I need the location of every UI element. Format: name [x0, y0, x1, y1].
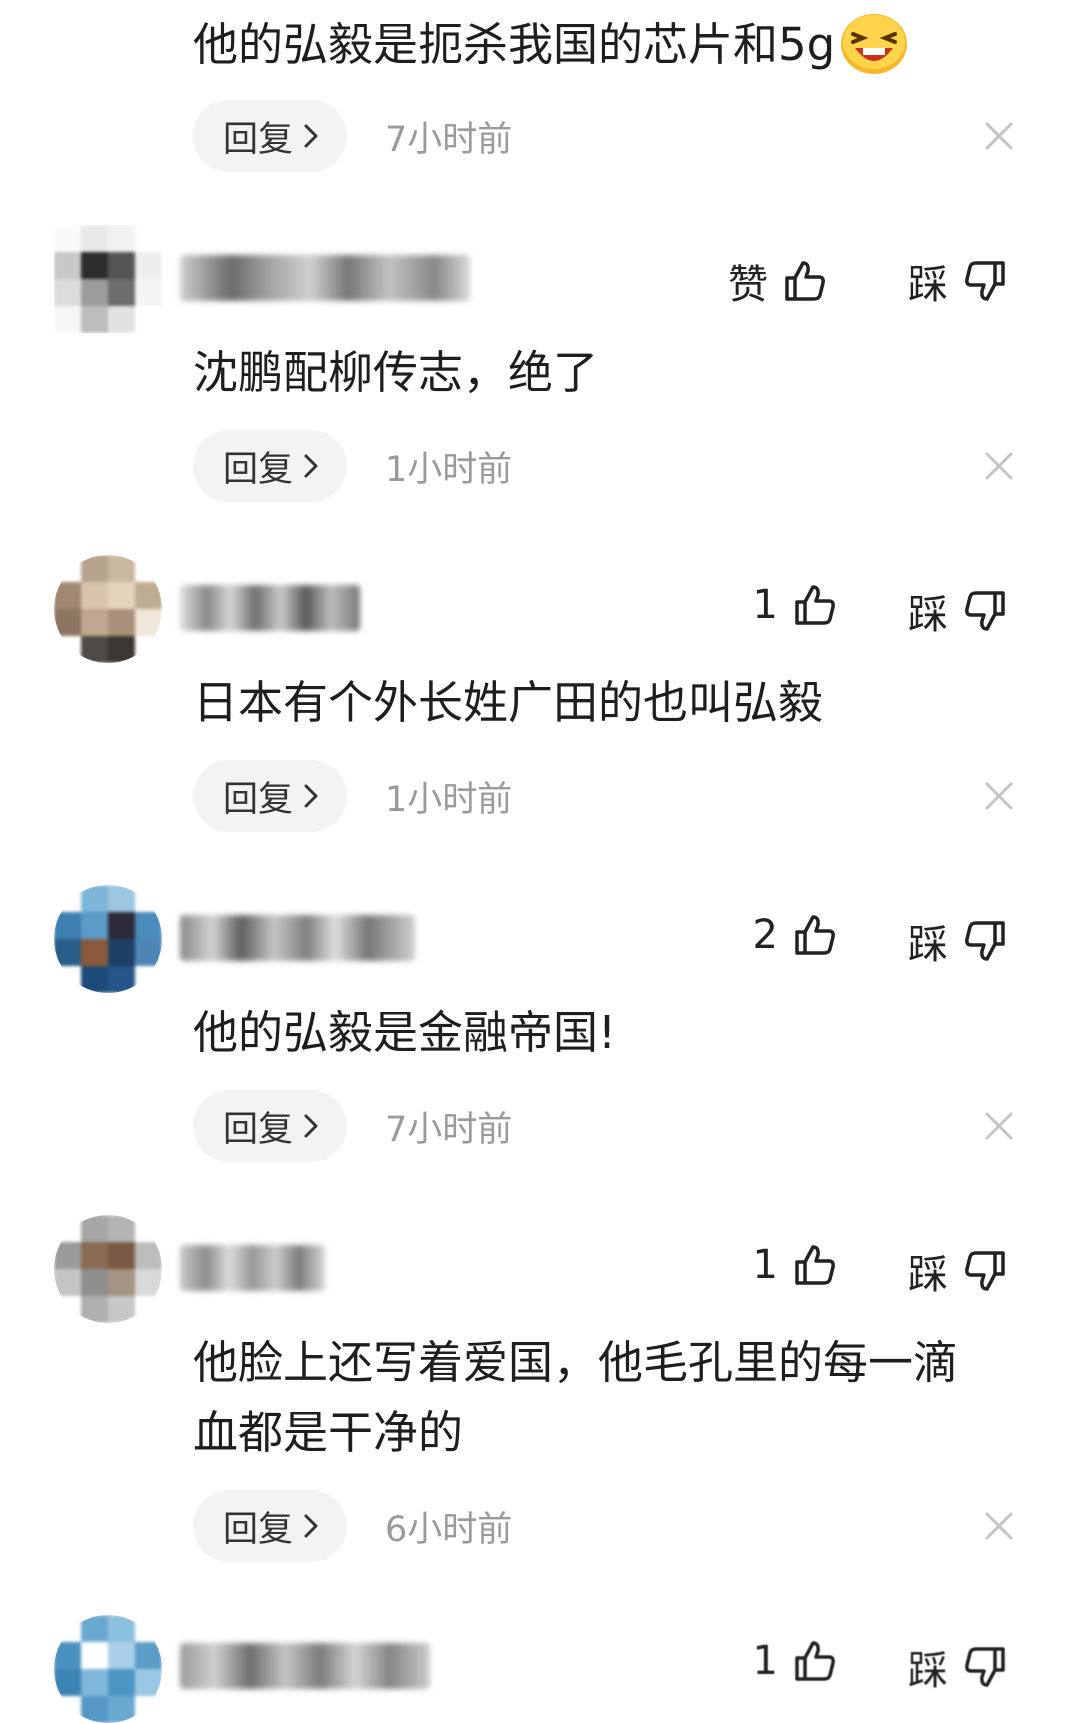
thumbs-up-icon — [795, 1641, 835, 1681]
reply-button[interactable]: 回复 — [193, 760, 347, 832]
comment-text: 血都是干净的 — [193, 1406, 464, 1459]
chevron-right-icon — [304, 1114, 318, 1138]
username[interactable] — [180, 915, 415, 961]
thumbs-up-icon — [795, 915, 835, 955]
dislike-button[interactable]: 踩 — [908, 252, 1008, 310]
reply-label: 回复 — [222, 119, 293, 160]
close-icon[interactable] — [983, 450, 1015, 482]
avatar[interactable] — [54, 225, 162, 333]
dislike-button[interactable]: 踩 — [908, 1242, 1008, 1300]
dislike-button[interactable]: 踩 — [908, 582, 1008, 640]
username[interactable] — [180, 585, 360, 631]
reply-button[interactable]: 回复 — [193, 430, 347, 502]
avatar[interactable] — [54, 1215, 162, 1323]
close-icon[interactable] — [983, 120, 1015, 152]
close-icon[interactable] — [983, 1110, 1015, 1142]
thumbs-down-icon — [965, 921, 1005, 961]
username[interactable] — [180, 1245, 325, 1291]
dislike-button[interactable]: 踩 — [908, 912, 1008, 970]
comment-actions: 回复 1小时前 — [193, 430, 512, 502]
username[interactable] — [180, 1643, 430, 1689]
comment-time: 1小时前 — [385, 449, 513, 490]
username[interactable] — [180, 255, 470, 301]
dislike-label: 踩 — [908, 922, 948, 968]
comment-time: 7小时前 — [385, 119, 513, 160]
thumbs-up-icon — [795, 585, 835, 625]
close-icon[interactable] — [983, 780, 1015, 812]
chevron-right-icon — [304, 124, 318, 148]
like-button[interactable]: 1 — [748, 1242, 838, 1288]
thumbs-down-icon — [965, 591, 1005, 631]
avatar[interactable] — [54, 555, 162, 663]
close-icon[interactable] — [983, 1510, 1015, 1542]
comment-time: 6小时前 — [385, 1509, 513, 1550]
reply-button[interactable]: 回复 — [193, 100, 347, 172]
comment-text: 他的弘毅是金融帝国! — [193, 1006, 617, 1059]
comment-time: 7小时前 — [385, 1109, 513, 1150]
laughing-emoji-icon — [839, 12, 909, 76]
thumbs-up-icon — [785, 261, 825, 301]
comment-text: 他的弘毅是扼杀我国的芯片和5g — [193, 10, 909, 80]
dislike-label: 踩 — [908, 1252, 948, 1298]
thumbs-down-icon — [965, 261, 1005, 301]
comment-text: 他脸上还写着爱国，他毛孔里的每一滴 — [193, 1336, 959, 1389]
comment-text-content: 他的弘毅是扼杀我国的芯片和5g — [193, 18, 836, 71]
avatar[interactable] — [54, 1615, 162, 1723]
like-count: 1 — [752, 1242, 778, 1288]
dislike-label: 踩 — [908, 1648, 948, 1694]
like-button[interactable]: 赞 — [728, 252, 828, 310]
comment-actions: 回复 7小时前 — [193, 1090, 512, 1162]
thumbs-down-icon — [965, 1647, 1005, 1687]
like-count: 2 — [752, 912, 778, 958]
like-button[interactable]: 1 — [748, 582, 838, 628]
reply-label: 回复 — [222, 1509, 293, 1550]
dislike-button[interactable]: 踩 — [908, 1638, 1008, 1696]
like-count: 赞 — [728, 262, 768, 308]
chevron-right-icon — [304, 454, 318, 478]
chevron-right-icon — [304, 784, 318, 808]
like-button[interactable]: 2 — [748, 912, 838, 958]
thumbs-up-icon — [795, 1245, 835, 1285]
comment-actions: 回复 6小时前 — [193, 1490, 512, 1562]
comment-text: 沈鹏配柳传志，绝了 — [193, 346, 599, 399]
reply-button[interactable]: 回复 — [193, 1490, 347, 1562]
chevron-right-icon — [304, 1514, 318, 1538]
thumbs-down-icon — [965, 1251, 1005, 1291]
reply-label: 回复 — [222, 1109, 293, 1150]
like-button[interactable]: 1 — [748, 1638, 838, 1684]
comment-actions: 回复 1小时前 — [193, 760, 512, 832]
dislike-label: 踩 — [908, 592, 948, 638]
comment-text: 日本有个外长姓广田的也叫弘毅 — [193, 676, 824, 729]
comment-actions: 回复 7小时前 — [193, 100, 512, 172]
comment-time: 1小时前 — [385, 779, 513, 820]
reply-button[interactable]: 回复 — [193, 1090, 347, 1162]
reply-label: 回复 — [222, 449, 293, 490]
like-count: 1 — [752, 1638, 778, 1684]
like-count: 1 — [752, 582, 778, 628]
avatar[interactable] — [54, 885, 162, 993]
dislike-label: 踩 — [908, 262, 948, 308]
reply-label: 回复 — [222, 779, 293, 820]
